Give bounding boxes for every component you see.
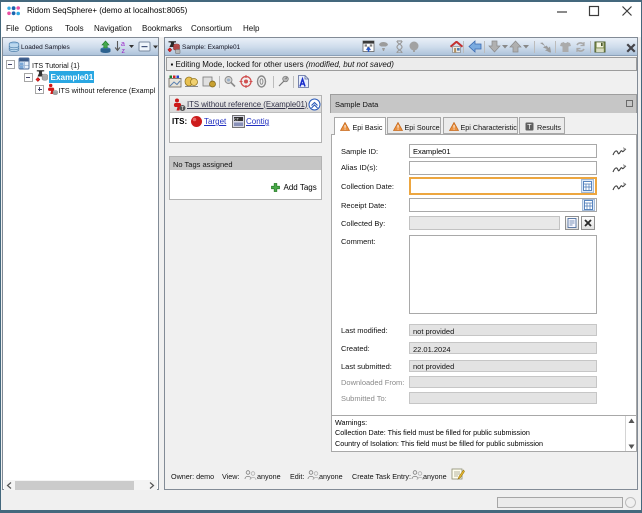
svg-text:T: T (181, 106, 184, 112)
svg-text:T: T (527, 124, 532, 131)
svg-text:a: a (121, 41, 125, 48)
svg-text:z: z (122, 48, 126, 54)
svg-text:CT: CT (234, 119, 239, 123)
